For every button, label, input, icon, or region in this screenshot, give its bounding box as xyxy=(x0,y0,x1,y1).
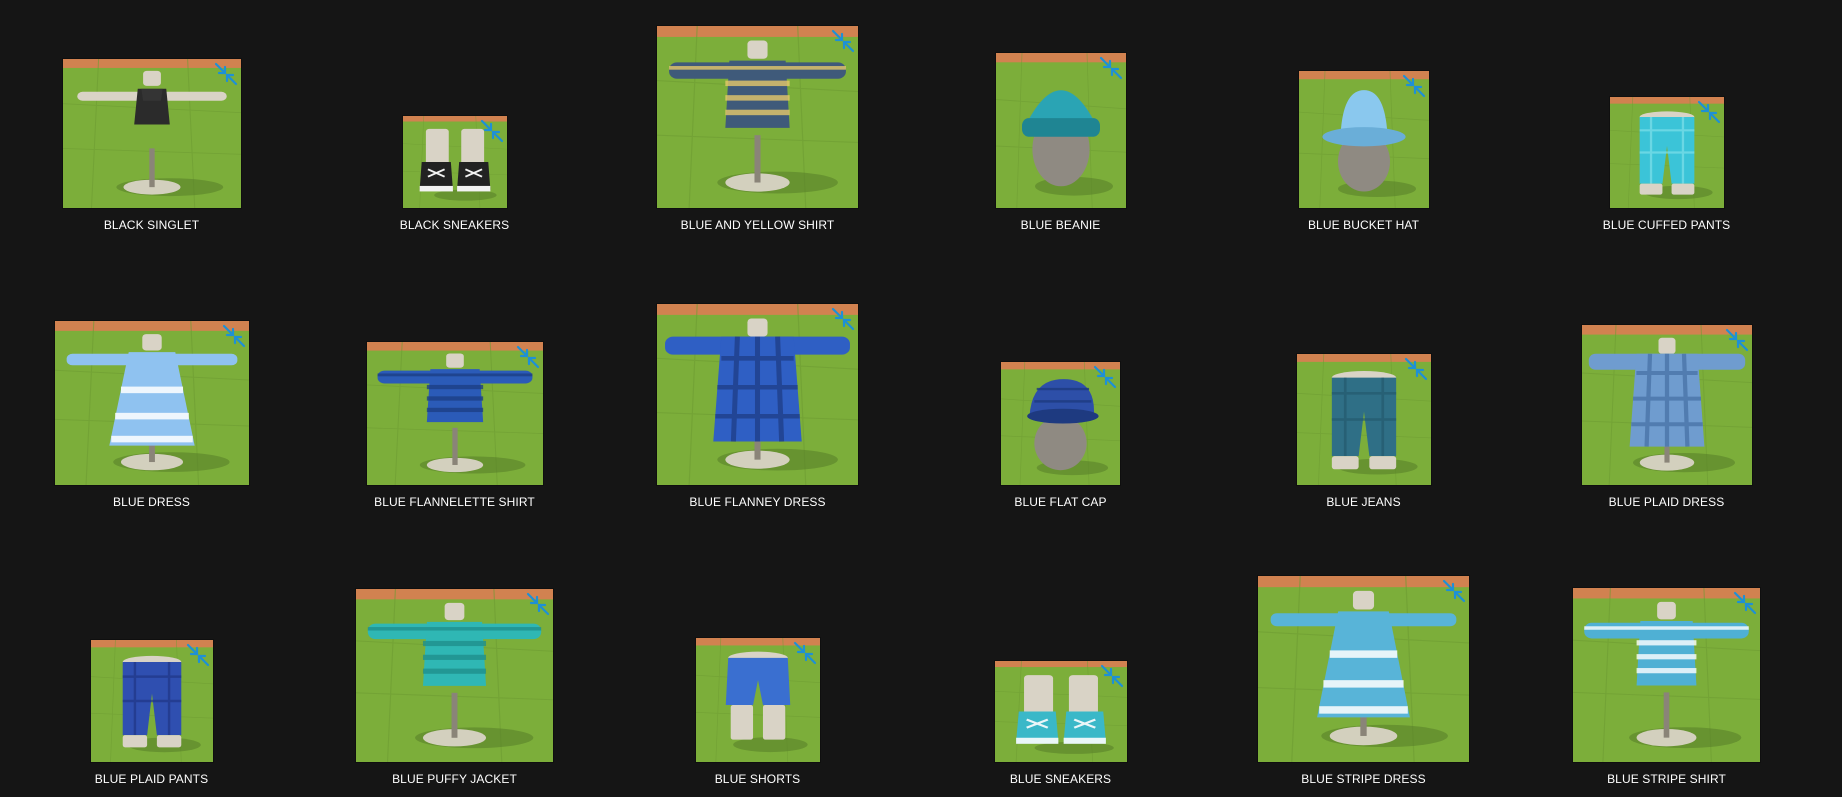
item-tile[interactable]: BLUE PUFFY JACKET xyxy=(303,554,606,794)
thumbnail-container xyxy=(606,26,909,208)
resize-arrows-icon xyxy=(1733,591,1757,615)
thumbnail-container xyxy=(909,53,1212,208)
item-label: BLUE JEANS xyxy=(1326,495,1401,509)
resize-arrows-icon xyxy=(186,643,209,667)
item-label: BLUE DRESS xyxy=(112,495,191,509)
resize-arrows-icon xyxy=(1402,74,1425,98)
thumbnail-container xyxy=(1515,588,1818,762)
item-label: BLACK SNEAKERS xyxy=(399,218,510,232)
item-thumbnail[interactable] xyxy=(90,640,213,762)
item-thumbnail[interactable] xyxy=(695,638,820,762)
item-label: BLUE PLAID PANTS xyxy=(94,772,209,786)
resize-arrows-icon xyxy=(480,119,503,143)
scene-render xyxy=(1258,576,1469,762)
item-tile[interactable]: BLUE PLAID PANTS xyxy=(0,554,303,794)
thumbnail-container xyxy=(303,589,606,762)
thumbnail-container xyxy=(303,342,606,485)
thumbnail-container xyxy=(0,59,303,208)
item-label: BLUE PLAID DRESS xyxy=(1608,495,1725,509)
item-label: BLUE CUFFED PANTS xyxy=(1602,218,1731,232)
item-thumbnail[interactable] xyxy=(1258,576,1469,762)
thumbnail-container xyxy=(606,304,909,485)
resize-arrows-icon xyxy=(793,641,816,665)
resize-arrows-icon xyxy=(1697,100,1720,124)
item-tile[interactable]: BLUE BEANIE xyxy=(909,0,1212,240)
resize-arrows-icon xyxy=(516,345,539,369)
item-tile[interactable]: BLACK SINGLET xyxy=(0,0,303,240)
item-label: BLUE FLANNELETTE SHIRT xyxy=(374,495,535,509)
scene-render xyxy=(657,304,858,485)
resize-arrows-icon xyxy=(1404,357,1427,381)
item-thumbnail[interactable] xyxy=(366,342,543,485)
thumbnail-container xyxy=(0,640,303,762)
thumbnail-container xyxy=(1212,71,1515,208)
item-label: BLUE FLANNEY DRESS xyxy=(689,495,826,509)
resize-arrows-icon xyxy=(831,29,855,53)
thumbnail-container xyxy=(303,116,606,208)
item-thumbnail[interactable] xyxy=(994,661,1127,762)
item-thumbnail[interactable] xyxy=(1298,71,1429,208)
item-label: BLUE STRIPE DRESS xyxy=(1301,772,1426,786)
resize-arrows-icon xyxy=(214,62,237,86)
scene-render xyxy=(54,321,249,485)
thumbnail-container xyxy=(0,321,303,485)
item-label: BLUE PUFFY JACKET xyxy=(392,772,517,786)
thumbnail-container xyxy=(1515,325,1818,485)
resize-arrows-icon xyxy=(1099,56,1122,80)
item-thumbnail[interactable] xyxy=(356,589,553,762)
resize-arrows-icon xyxy=(222,324,245,348)
resize-arrows-icon xyxy=(526,592,550,616)
item-label: BLUE BEANIE xyxy=(1020,218,1101,232)
item-thumbnail[interactable] xyxy=(657,26,858,208)
item-label: BLUE BUCKET HAT xyxy=(1307,218,1420,232)
item-thumbnail[interactable] xyxy=(995,53,1126,208)
thumbnail-container xyxy=(909,661,1212,762)
thumbnail-container xyxy=(1212,576,1515,762)
item-tile[interactable]: BLUE JEANS xyxy=(1212,277,1515,517)
item-label: BLUE SNEAKERS xyxy=(1009,772,1112,786)
thumbnail-container xyxy=(1212,354,1515,485)
item-tile[interactable]: BLUE FLAT CAP xyxy=(909,277,1212,517)
item-label: BLUE FLAT CAP xyxy=(1014,495,1107,509)
item-label: BLUE AND YELLOW SHIRT xyxy=(680,218,835,232)
item-tile[interactable]: BLUE DRESS xyxy=(0,277,303,517)
item-thumbnail[interactable] xyxy=(1296,354,1431,485)
item-thumbnail[interactable] xyxy=(1573,588,1760,762)
item-label: BLUE STRIPE SHIRT xyxy=(1607,772,1726,786)
item-tile[interactable]: BLUE AND YELLOW SHIRT xyxy=(606,0,909,240)
scene-render xyxy=(356,589,553,762)
thumbnail-container xyxy=(606,638,909,762)
item-tile[interactable]: BLUE PLAID DRESS xyxy=(1515,277,1818,517)
item-thumbnail[interactable] xyxy=(62,59,241,208)
thumbnail-container xyxy=(909,362,1212,485)
item-tile[interactable]: BLUE CUFFED PANTS xyxy=(1515,0,1818,240)
item-thumbnail[interactable] xyxy=(657,304,858,485)
item-tile[interactable]: BLUE BUCKET HAT xyxy=(1212,0,1515,240)
item-tile[interactable]: BLACK SNEAKERS xyxy=(303,0,606,240)
item-thumbnail-grid: BLACK SINGLET BLACK SNEAKERS BLUE AND YE… xyxy=(0,0,1842,797)
item-label: BLUE SHORTS xyxy=(714,772,801,786)
resize-arrows-icon xyxy=(1442,579,1466,603)
resize-arrows-icon xyxy=(1093,365,1117,389)
item-label: BLACK SINGLET xyxy=(103,218,200,232)
item-thumbnail[interactable] xyxy=(402,116,507,208)
resize-arrows-icon xyxy=(831,307,855,331)
item-tile[interactable]: BLUE SHORTS xyxy=(606,554,909,794)
scene-render xyxy=(657,26,858,208)
item-tile[interactable]: BLUE FLANNELETTE SHIRT xyxy=(303,277,606,517)
item-tile[interactable]: BLUE SNEAKERS xyxy=(909,554,1212,794)
resize-arrows-icon xyxy=(1100,664,1123,688)
item-thumbnail[interactable] xyxy=(1609,97,1724,208)
item-tile[interactable]: BLUE STRIPE SHIRT xyxy=(1515,554,1818,794)
item-tile[interactable]: BLUE STRIPE DRESS xyxy=(1212,554,1515,794)
resize-arrows-icon xyxy=(1725,328,1748,352)
item-tile[interactable]: BLUE FLANNEY DRESS xyxy=(606,277,909,517)
item-thumbnail[interactable] xyxy=(1001,362,1120,485)
item-thumbnail[interactable] xyxy=(1581,325,1752,485)
item-thumbnail[interactable] xyxy=(54,321,249,485)
thumbnail-container xyxy=(1515,97,1818,208)
